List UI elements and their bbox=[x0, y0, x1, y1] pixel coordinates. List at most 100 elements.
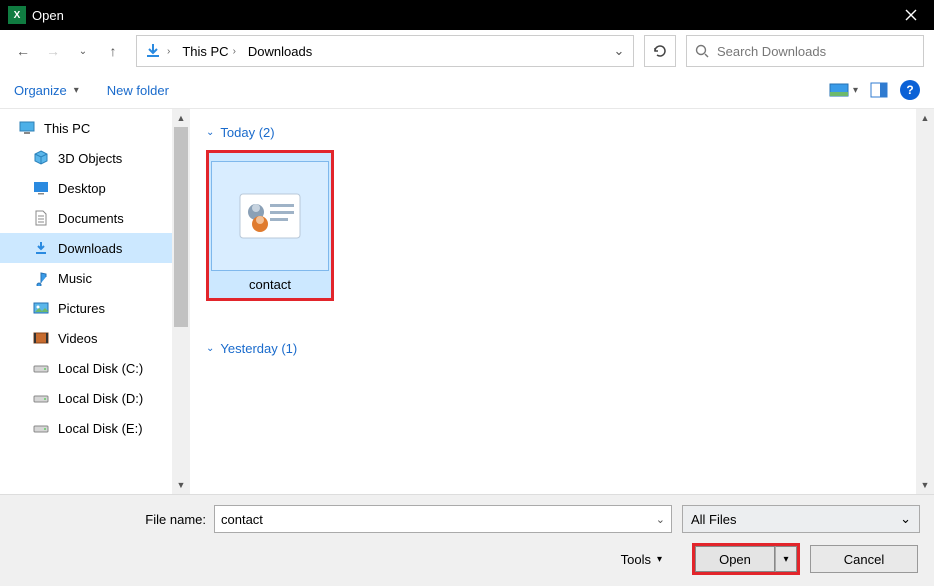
help-button[interactable]: ? bbox=[900, 80, 920, 100]
window-title: Open bbox=[32, 8, 888, 23]
chevron-down-icon: ▾ bbox=[74, 85, 79, 96]
sidebar-item-label: Desktop bbox=[58, 181, 106, 196]
sidebar-item-music[interactable]: Music bbox=[0, 263, 172, 293]
search-box[interactable] bbox=[686, 35, 924, 67]
file-label: contact bbox=[249, 277, 291, 292]
close-button[interactable] bbox=[888, 0, 934, 30]
view-dropdown[interactable]: ▾ bbox=[853, 85, 858, 96]
sidebar-item-3d-objects[interactable]: 3D Objects bbox=[0, 143, 172, 173]
group-label: Today (2) bbox=[220, 125, 274, 140]
scroll-down-icon[interactable]: ▼ bbox=[916, 476, 934, 494]
sidebar-item-documents[interactable]: Documents bbox=[0, 203, 172, 233]
new-folder-label: New folder bbox=[107, 83, 169, 98]
sidebar-item-label: Documents bbox=[58, 211, 124, 226]
sidebar-item-label: Videos bbox=[58, 331, 98, 346]
chevron-right-icon: › bbox=[233, 46, 236, 57]
desktop-icon bbox=[32, 179, 50, 197]
tools-label: Tools bbox=[621, 552, 651, 567]
downloads-icon bbox=[32, 239, 50, 257]
cancel-button[interactable]: Cancel bbox=[810, 545, 918, 573]
computer-icon bbox=[18, 119, 36, 137]
sidebar-item-downloads[interactable]: Downloads bbox=[0, 233, 172, 263]
scroll-up-icon[interactable]: ▲ bbox=[916, 109, 934, 127]
sidebar-item-videos[interactable]: Videos bbox=[0, 323, 172, 353]
chevron-down-icon: ⌄ bbox=[206, 343, 214, 354]
group-label: Yesterday (1) bbox=[220, 341, 297, 356]
sidebar-item-label: Pictures bbox=[58, 301, 105, 316]
chevron-right-icon: › bbox=[167, 46, 170, 57]
downloads-folder-icon bbox=[143, 41, 163, 61]
main-area: This PC 3D Objects Desktop Documents Dow… bbox=[0, 108, 934, 494]
chevron-down-icon: ▾ bbox=[657, 554, 662, 565]
organize-button[interactable]: Organize ▾ bbox=[14, 83, 79, 98]
breadcrumb-label: This PC bbox=[182, 44, 228, 59]
open-button[interactable]: Open bbox=[695, 546, 775, 572]
search-input[interactable] bbox=[717, 44, 915, 59]
document-icon bbox=[32, 209, 50, 227]
sidebar-item-desktop[interactable]: Desktop bbox=[0, 173, 172, 203]
pictures-icon bbox=[32, 299, 50, 317]
scroll-thumb[interactable] bbox=[174, 127, 188, 327]
sidebar-item-label: Music bbox=[58, 271, 92, 286]
up-button[interactable]: ↑ bbox=[100, 38, 126, 64]
drive-icon bbox=[32, 389, 50, 407]
drive-icon bbox=[32, 419, 50, 437]
content-scrollbar[interactable]: ▲ ▼ bbox=[916, 109, 934, 494]
excel-app-icon: X bbox=[8, 6, 26, 24]
view-mode-button[interactable] bbox=[829, 81, 851, 99]
sidebar-item-local-disk-e[interactable]: Local Disk (E:) bbox=[0, 413, 172, 443]
search-icon bbox=[695, 44, 709, 58]
filename-input[interactable] bbox=[221, 512, 656, 527]
address-bar[interactable]: › This PC › Downloads ⌄ bbox=[136, 35, 634, 67]
drive-icon bbox=[32, 359, 50, 377]
filename-label: File name: bbox=[14, 512, 214, 527]
scroll-up-icon[interactable]: ▲ bbox=[172, 109, 190, 127]
chevron-down-icon: ⌄ bbox=[206, 127, 214, 138]
breadcrumb-downloads[interactable]: Downloads bbox=[242, 36, 318, 66]
filter-label: All Files bbox=[691, 512, 737, 527]
refresh-button[interactable] bbox=[644, 35, 676, 67]
organize-label: Organize bbox=[14, 83, 67, 98]
address-history-dropdown[interactable]: ⌄ bbox=[605, 43, 633, 59]
open-label: Open bbox=[719, 552, 751, 567]
sidebar-item-label: Local Disk (C:) bbox=[58, 361, 143, 376]
group-header-yesterday[interactable]: ⌄ Yesterday (1) bbox=[206, 341, 918, 356]
sidebar-item-label: Local Disk (E:) bbox=[58, 421, 143, 436]
file-type-filter[interactable]: All Files ⌄ bbox=[682, 505, 920, 533]
preview-pane-button[interactable] bbox=[868, 81, 890, 99]
sidebar-item-label: This PC bbox=[44, 121, 90, 136]
sidebar-item-local-disk-c[interactable]: Local Disk (C:) bbox=[0, 353, 172, 383]
scroll-down-icon[interactable]: ▼ bbox=[172, 476, 190, 494]
sidebar-item-pictures[interactable]: Pictures bbox=[0, 293, 172, 323]
new-folder-button[interactable]: New folder bbox=[107, 83, 169, 98]
file-list[interactable]: ⌄ Today (2) contact ⌄ Yesterday (1) bbox=[190, 109, 934, 494]
navigation-bar: ← → ⌄ ↑ › This PC › Downloads ⌄ bbox=[0, 30, 934, 72]
toolbar: Organize ▾ New folder ▾ ? bbox=[0, 72, 934, 108]
file-thumbnail bbox=[211, 161, 329, 271]
dialog-bottom: File name: ⌄ All Files ⌄ Tools ▾ Open ▾ … bbox=[0, 494, 934, 586]
sidebar-item-label: 3D Objects bbox=[58, 151, 122, 166]
titlebar: X Open bbox=[0, 0, 934, 30]
back-button[interactable]: ← bbox=[10, 38, 36, 64]
open-button-group: Open ▾ bbox=[692, 543, 800, 575]
sidebar-item-this-pc[interactable]: This PC bbox=[0, 113, 172, 143]
recent-locations-dropdown[interactable]: ⌄ bbox=[70, 38, 96, 64]
forward-button[interactable]: → bbox=[40, 38, 66, 64]
chevron-down-icon: ⌄ bbox=[900, 511, 911, 527]
videos-icon bbox=[32, 329, 50, 347]
tools-dropdown[interactable]: Tools ▾ bbox=[621, 552, 662, 567]
file-tile-contact[interactable]: contact bbox=[206, 150, 334, 301]
sidebar-scrollbar[interactable]: ▲ ▼ bbox=[172, 109, 190, 494]
sidebar-item-label: Downloads bbox=[58, 241, 122, 256]
sidebar-item-label: Local Disk (D:) bbox=[58, 391, 143, 406]
group-header-today[interactable]: ⌄ Today (2) bbox=[206, 125, 918, 140]
navigation-tree[interactable]: This PC 3D Objects Desktop Documents Dow… bbox=[0, 109, 172, 494]
breadcrumb-this-pc[interactable]: This PC › bbox=[176, 36, 242, 66]
filename-combobox[interactable]: ⌄ bbox=[214, 505, 672, 533]
breadcrumb-label: Downloads bbox=[248, 44, 312, 59]
open-dropdown[interactable]: ▾ bbox=[775, 546, 797, 572]
chevron-down-icon[interactable]: ⌄ bbox=[656, 513, 665, 526]
sidebar-item-local-disk-d[interactable]: Local Disk (D:) bbox=[0, 383, 172, 413]
cube-icon bbox=[32, 149, 50, 167]
music-icon bbox=[32, 269, 50, 287]
